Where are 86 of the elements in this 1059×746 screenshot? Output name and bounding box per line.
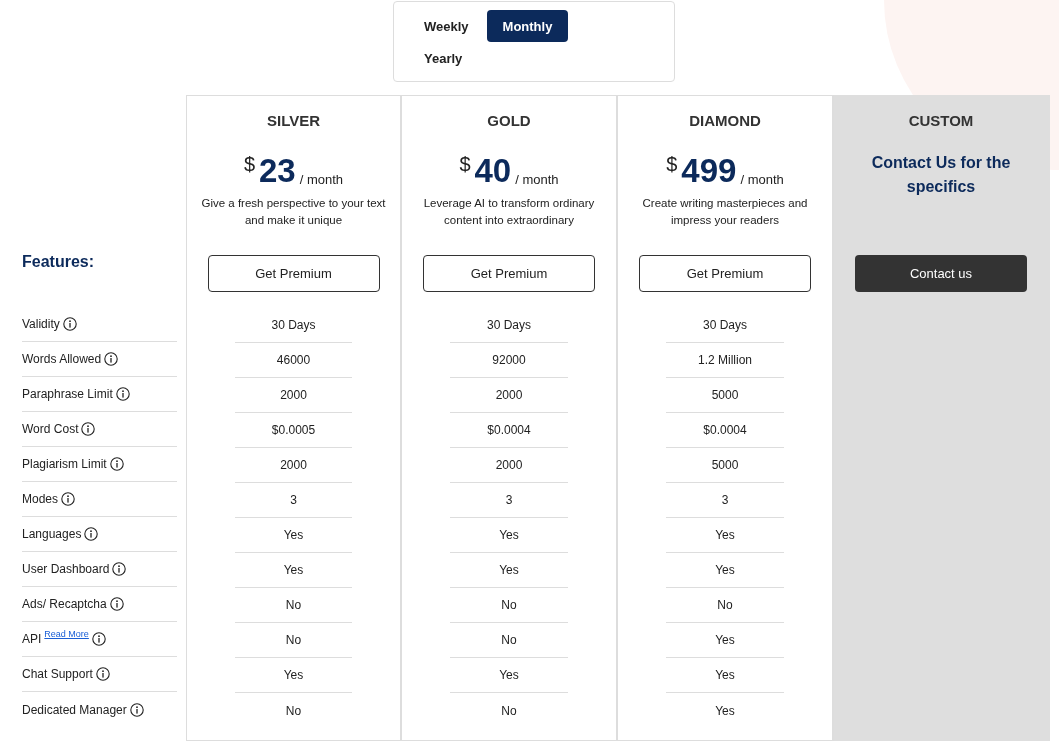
plan-name: CUSTOM: [908, 112, 974, 129]
info-icon[interactable]: [104, 352, 119, 366]
plan-description: Leverage AI to transform ordinary content into extraordinary: [422, 196, 596, 228]
table-cell: Yes: [715, 563, 735, 577]
table-cell: Yes: [499, 668, 519, 682]
table-cell: Yes: [715, 633, 735, 647]
table-cell: 3: [290, 493, 297, 507]
info-icon[interactable]: [62, 317, 77, 331]
price-amount: 499: [681, 155, 737, 187]
table-cell: 2000: [495, 388, 523, 402]
billing-tab[interactable]: Weekly: [408, 10, 485, 42]
feature-label: Ads/ Recaptcha: [22, 597, 107, 611]
info-icon[interactable]: [91, 632, 106, 646]
feature-label: Words Allowed: [22, 352, 102, 366]
price-amount: 23: [259, 155, 296, 187]
info-icon[interactable]: [115, 387, 130, 401]
table-cell: No: [285, 633, 302, 647]
price-period: / month: [515, 172, 559, 187]
contact-button[interactable]: Contact us: [855, 255, 1027, 292]
plan-name: DIAMOND: [689, 112, 761, 129]
feature-label: Languages: [22, 527, 82, 541]
feature-label: Word Cost: [22, 422, 79, 436]
plan-description: Give a fresh perspective to your text and make it unique: [200, 196, 387, 228]
table-cell: 3: [505, 493, 513, 507]
table-cell: $0.0004: [703, 423, 747, 437]
table-cell: No: [501, 633, 517, 647]
price-period: / month: [299, 172, 344, 187]
table-cell: Yes: [715, 703, 735, 718]
get-premium-button[interactable]: Get Premium: [639, 255, 811, 292]
plan-description: Create writing masterpieces and impress your readers: [641, 196, 809, 228]
feature-label: User Dashboard: [22, 562, 110, 576]
info-icon[interactable]: [112, 562, 127, 576]
feature-label: Paraphrase Limit: [22, 387, 113, 401]
currency-sign: $: [243, 153, 255, 176]
price-amount: 40: [474, 155, 512, 187]
table-cell: 2000: [280, 458, 307, 472]
table-cell: 30 Days: [703, 318, 747, 332]
table-cell: No: [501, 598, 517, 612]
table-cell: $0.0004: [487, 423, 531, 437]
info-icon[interactable]: [109, 457, 124, 471]
table-cell: Yes: [499, 528, 519, 542]
table-cell: 2000: [495, 458, 523, 472]
table-cell: 5000: [711, 388, 739, 402]
table-cell: No: [717, 598, 733, 612]
get-premium-button[interactable]: Get Premium: [423, 255, 595, 292]
feature-label: Chat Support: [22, 667, 93, 681]
billing-tab[interactable]: Yearly: [408, 42, 479, 74]
feature-label: Dedicated Manager: [22, 702, 127, 717]
feature-label: Modes: [22, 492, 59, 506]
plan-name: SILVER: [266, 112, 321, 129]
info-icon[interactable]: [129, 702, 144, 717]
table-cell: 46000: [276, 353, 311, 367]
table-cell: $0.0005: [271, 423, 316, 437]
info-icon[interactable]: [109, 597, 124, 611]
table-cell: Yes: [283, 668, 304, 682]
table-cell: Yes: [499, 563, 519, 577]
table-cell: 2000: [280, 388, 307, 402]
plan-tagline: Contact Us for the specifics: [870, 153, 1012, 197]
feature-label: API: [22, 632, 42, 646]
table-cell: 5000: [711, 458, 739, 472]
price-period: / month: [740, 172, 784, 187]
table-cell: 1.2 Million: [698, 353, 752, 367]
features-heading: Features:: [22, 253, 95, 271]
table-cell: No: [285, 598, 302, 612]
info-icon[interactable]: [84, 527, 99, 541]
table-cell: Yes: [283, 563, 304, 577]
table-cell: 30 Days: [271, 318, 316, 332]
read-more-link[interactable]: Read More: [44, 629, 89, 639]
currency-sign: $: [459, 153, 471, 176]
plan-name: GOLD: [487, 112, 531, 129]
info-icon[interactable]: [95, 667, 110, 681]
info-icon[interactable]: [81, 422, 96, 436]
feature-label: Plagiarism Limit: [22, 457, 107, 471]
table-cell: Yes: [715, 528, 735, 542]
get-premium-button[interactable]: Get Premium: [207, 255, 380, 292]
table-cell: No: [501, 703, 517, 718]
table-cell: 3: [721, 493, 729, 507]
table-cell: Yes: [283, 528, 304, 542]
table-cell: Yes: [715, 668, 735, 682]
info-icon[interactable]: [61, 492, 76, 506]
table-cell: No: [285, 703, 302, 718]
feature-label: Validity: [22, 317, 60, 331]
billing-tab[interactable]: Monthly: [486, 10, 569, 42]
table-cell: 92000: [492, 353, 526, 367]
table-cell: 30 Days: [487, 318, 531, 332]
currency-sign: $: [666, 153, 678, 176]
